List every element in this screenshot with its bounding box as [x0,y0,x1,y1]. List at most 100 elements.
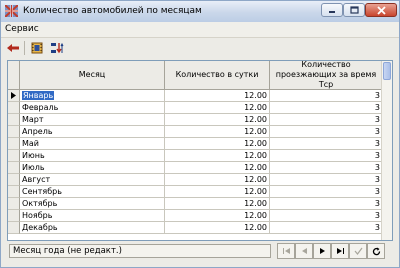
toolbar-separator [24,41,25,55]
cell-month[interactable]: Июль [20,162,165,174]
cell-passing[interactable]: 3 [270,114,383,126]
column-header-passing[interactable]: Количество проезжающих за время Tср [270,61,383,90]
cell-passing[interactable]: 3 [270,162,383,174]
current-row-pointer-icon [11,92,16,99]
row-indicator [8,150,20,162]
close-button[interactable] [365,3,397,17]
cell-count[interactable]: 12.00 [165,210,270,222]
column-header-month[interactable]: Месяц [20,61,165,90]
cell-passing[interactable]: 3 [270,174,383,186]
table-row[interactable]: Апрель 12.00 3 [8,126,383,138]
app-window: Количество автомобилей по месяцам Сервис [0,0,400,268]
cell-month[interactable]: Октябрь [20,198,165,210]
data-grid[interactable]: Месяц Количество в сутки Количество прое… [7,60,393,241]
nav-next-button[interactable] [313,243,331,259]
table-row[interactable]: Июнь 12.00 3 [8,150,383,162]
cell-count[interactable]: 12.00 [165,222,270,234]
back-arrow-icon [7,44,19,52]
prior-icon [301,248,307,254]
status-bar: Месяц года (не редакт.) [1,242,399,267]
row-indicator [8,222,20,234]
cell-count[interactable]: 12.00 [165,114,270,126]
cell-month[interactable]: Декабрь [20,222,165,234]
cell-count[interactable]: 12.00 [165,90,270,102]
window-title: Количество автомобилей по месяцам [23,6,202,16]
table-row[interactable]: Декабрь 12.00 3 [8,222,383,234]
cell-count[interactable]: 12.00 [165,150,270,162]
status-text: Месяц года (не редакт.) [9,244,271,258]
cell-month[interactable]: Сентябрь [20,186,165,198]
table-row[interactable]: Октябрь 12.00 3 [8,198,383,210]
row-indicator [8,174,20,186]
vertical-scrollbar[interactable] [381,61,392,240]
cell-count[interactable]: 12.00 [165,162,270,174]
row-indicator [8,198,20,210]
row-indicator [8,102,20,114]
nav-first-button[interactable] [277,243,295,259]
table-row[interactable]: Июль 12.00 3 [8,162,383,174]
cell-month[interactable]: Апрель [20,126,165,138]
cell-month[interactable]: Июнь [20,150,165,162]
minimize-button[interactable] [321,3,343,17]
cell-count[interactable]: 12.00 [165,174,270,186]
table-row[interactable]: Сентябрь 12.00 3 [8,186,383,198]
nav-refresh-button[interactable] [367,243,385,259]
cell-month[interactable]: Май [20,138,165,150]
cell-passing[interactable]: 3 [270,126,383,138]
menu-item-service[interactable]: Сервис [5,24,39,34]
cell-passing[interactable]: 3 [270,150,383,162]
row-indicator [8,210,20,222]
table-row[interactable]: Январь 12.00 3 [8,90,383,102]
cell-count[interactable]: 12.00 [165,138,270,150]
cell-passing[interactable]: 3 [270,138,383,150]
title-bar[interactable]: Количество автомобилей по месяцам [1,1,399,22]
post-icon [354,247,362,255]
cell-count[interactable]: 12.00 [165,186,270,198]
row-indicator [8,186,20,198]
table-row[interactable]: Февраль 12.00 3 [8,102,383,114]
cell-count[interactable]: 12.00 [165,198,270,210]
column-header-count[interactable]: Количество в сутки [165,61,270,90]
toolbar [1,38,399,58]
cell-passing[interactable]: 3 [270,198,383,210]
row-indicator [8,126,20,138]
selected-cell-text: Январь [20,90,56,101]
refresh-icon [372,247,380,255]
cell-month[interactable]: Ноябрь [20,210,165,222]
nav-last-button[interactable] [331,243,349,259]
table-row[interactable]: Май 12.00 3 [8,138,383,150]
first-icon [282,248,290,254]
table-row[interactable]: Ноябрь 12.00 3 [8,210,383,222]
cell-count[interactable]: 12.00 [165,102,270,114]
cell-passing[interactable]: 3 [270,222,383,234]
cell-month[interactable]: Февраль [20,102,165,114]
nav-prior-button[interactable] [295,243,313,259]
minimize-icon [329,11,335,13]
cell-passing[interactable]: 3 [270,186,383,198]
cell-passing[interactable]: 3 [270,102,383,114]
cell-month[interactable]: Март [20,114,165,126]
cell-passing[interactable]: 3 [270,90,383,102]
maximize-button[interactable] [343,3,365,17]
row-indicator [8,90,20,102]
app-icon [4,4,19,18]
table-row[interactable]: Март 12.00 3 [8,114,383,126]
cell-passing[interactable]: 3 [270,210,383,222]
film-strip-button[interactable] [29,41,45,55]
row-indicator [8,138,20,150]
menu-bar: Сервис [1,22,399,38]
sort-icon [51,42,64,54]
cell-month[interactable]: Январь [20,90,165,102]
row-indicator-header [8,61,20,90]
sort-button[interactable] [49,41,65,55]
table-row[interactable]: Август 12.00 3 [8,174,383,186]
film-strip-icon [31,42,43,54]
row-indicator [8,114,20,126]
scrollbar-thumb[interactable] [383,62,391,80]
cell-month[interactable]: Август [20,174,165,186]
cell-count[interactable]: 12.00 [165,126,270,138]
nav-post-button[interactable] [349,243,367,259]
close-icon [376,5,386,15]
back-button[interactable] [5,41,21,55]
next-icon [319,248,325,254]
